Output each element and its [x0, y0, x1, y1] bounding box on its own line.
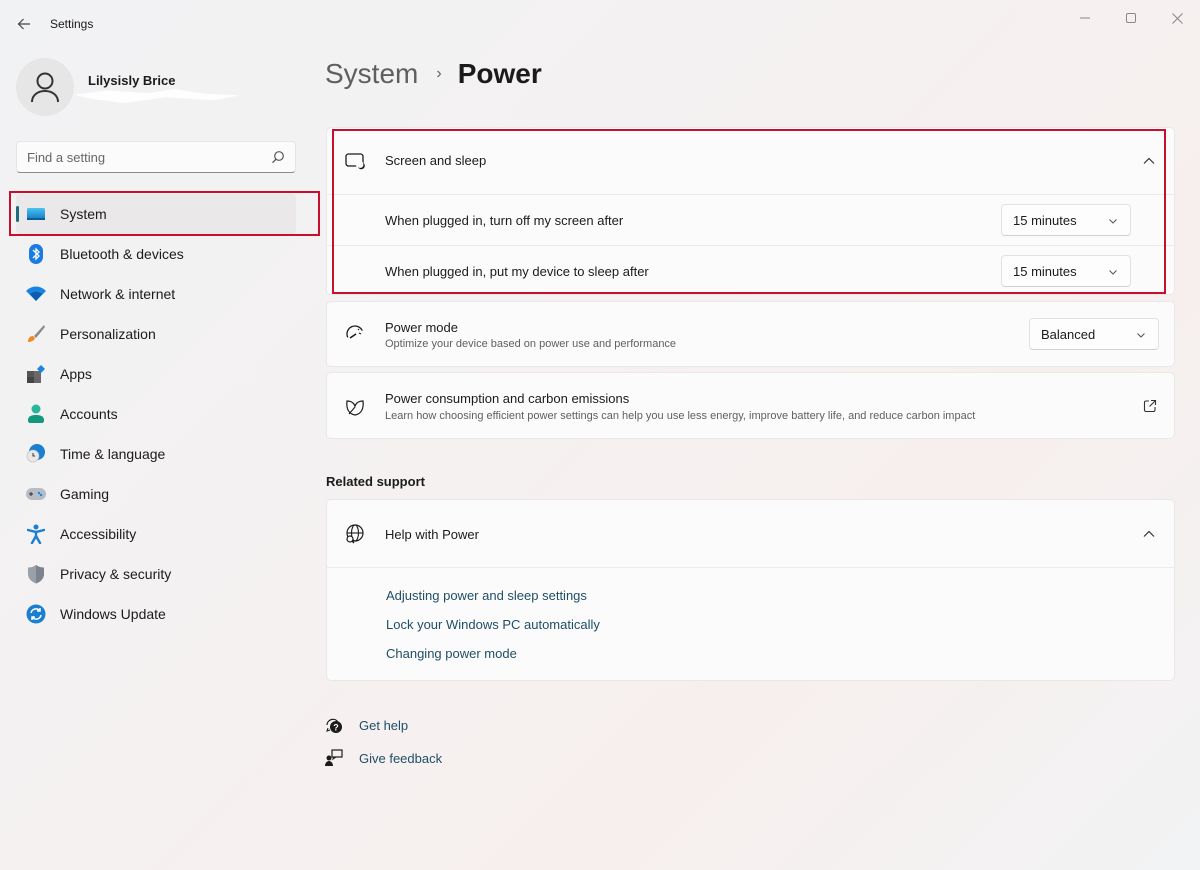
maximize-icon [1126, 13, 1136, 23]
carbon-subtitle: Learn how choosing efficient power setti… [385, 410, 976, 422]
screen-sleep-icon [345, 151, 365, 171]
sidebar-item-label: Personalization [60, 326, 156, 342]
sidebar-item-accessibility[interactable]: Accessibility [16, 514, 296, 554]
breadcrumb-parent[interactable]: System [325, 58, 418, 90]
sidebar-item-apps[interactable]: Apps [16, 354, 296, 394]
setting-row-sleep: When plugged in, put my device to sleep … [327, 246, 1174, 296]
sidebar-item-label: Accessibility [60, 526, 137, 542]
get-help-icon: ? [325, 716, 343, 734]
redacted-email [74, 89, 240, 103]
accessibility-icon [26, 524, 46, 544]
search-box[interactable] [16, 141, 296, 173]
screen-sleep-card: Screen and sleep When plugged in, turn o… [326, 127, 1175, 295]
account-icon [26, 404, 46, 424]
avatar [16, 58, 74, 116]
monitor-icon [26, 204, 46, 224]
bluetooth-icon [26, 244, 46, 264]
paintbrush-icon [26, 324, 46, 344]
sidebar-item-label: Privacy & security [60, 566, 172, 582]
breadcrumb-separator: › [436, 65, 442, 82]
help-link[interactable]: Changing power mode [386, 646, 517, 661]
breadcrumb: System › Power [325, 58, 542, 90]
sidebar-item-label: Bluetooth & devices [60, 246, 184, 262]
give-feedback-link[interactable]: Give feedback [325, 749, 442, 767]
chevron-up-icon[interactable] [1142, 154, 1156, 168]
sidebar-item-label: System [60, 206, 107, 222]
help-link[interactable]: Adjusting power and sleep settings [386, 588, 587, 603]
sidebar-item-network[interactable]: Network & internet [16, 274, 296, 314]
sidebar-item-label: Windows Update [60, 606, 166, 622]
sidebar-item-system[interactable]: System [16, 194, 296, 234]
help-link[interactable]: Lock your Windows PC automatically [386, 617, 600, 632]
apps-icon [26, 364, 46, 384]
help-header[interactable]: Help with Power [327, 500, 1174, 568]
search-input[interactable] [17, 142, 257, 172]
title-bar: Settings [0, 0, 1200, 48]
app-title: Settings [50, 17, 94, 31]
setting-label: When plugged in, turn off my screen afte… [385, 213, 624, 228]
sidebar-item-windows-update[interactable]: Windows Update [16, 594, 296, 634]
chevron-down-icon [1109, 219, 1117, 224]
power-mode-subtitle: Optimize your device based on power use … [385, 338, 677, 350]
leaf-icon [345, 397, 365, 417]
power-mode-dropdown[interactable]: Balanced [1029, 318, 1159, 350]
sidebar-item-gaming[interactable]: Gaming [16, 474, 296, 514]
related-support-heading: Related support [326, 474, 425, 489]
carbon-emissions-card[interactable]: Power consumption and carbon emissions L… [326, 372, 1175, 439]
globe-search-icon [345, 524, 365, 544]
get-help-link[interactable]: ? Get help [325, 716, 408, 734]
sidebar-item-privacy[interactable]: Privacy & security [16, 554, 296, 594]
dropdown-value: Balanced [1041, 326, 1096, 342]
user-name: Lilysisly Brice [88, 73, 176, 88]
screen-off-dropdown[interactable]: 15 minutes [1001, 204, 1131, 236]
sidebar-item-label: Time & language [60, 446, 166, 462]
close-button[interactable] [1154, 6, 1200, 30]
sidebar-item-personalization[interactable]: Personalization [16, 314, 296, 354]
sidebar-nav: System Bluetooth & devices Network & int… [16, 194, 296, 634]
gamepad-icon [26, 484, 46, 504]
chevron-down-icon [1137, 333, 1145, 338]
dropdown-value: 15 minutes [1013, 212, 1077, 228]
power-mode-card: Power mode Optimize your device based on… [326, 301, 1175, 367]
power-mode-title: Power mode [385, 320, 458, 335]
sleep-dropdown[interactable]: 15 minutes [1001, 255, 1131, 287]
maximize-button[interactable] [1108, 6, 1154, 30]
screen-sleep-header[interactable]: Screen and sleep [327, 128, 1174, 194]
sidebar-item-label: Network & internet [60, 286, 176, 302]
help-title: Help with Power [385, 527, 479, 542]
page-title: Power [457, 58, 542, 89]
give-feedback-label: Give feedback [359, 750, 443, 766]
sidebar-item-label: Accounts [60, 406, 118, 422]
arrow-left-icon [17, 18, 30, 30]
get-help-label: Get help [359, 717, 409, 733]
dropdown-value: 15 minutes [1013, 263, 1077, 279]
update-icon [26, 604, 46, 624]
close-icon [1171, 12, 1183, 24]
carbon-title: Power consumption and carbon emissions [385, 391, 630, 406]
screen-sleep-title: Screen and sleep [385, 153, 487, 168]
person-icon [31, 72, 59, 103]
minimize-button[interactable] [1062, 6, 1108, 30]
external-link-icon[interactable] [1143, 399, 1157, 413]
divider [327, 567, 1174, 568]
sidebar-item-accounts[interactable]: Accounts [16, 394, 296, 434]
chevron-up-icon[interactable] [1142, 527, 1156, 541]
sidebar-item-label: Apps [60, 366, 92, 382]
shield-icon [26, 564, 46, 584]
svg-text:?: ? [333, 723, 339, 733]
back-button[interactable] [12, 12, 36, 36]
setting-row-screen-off: When plugged in, turn off my screen afte… [327, 195, 1174, 245]
sidebar-item-label: Gaming [60, 486, 110, 502]
chevron-down-icon [1109, 270, 1117, 275]
wifi-icon [26, 284, 46, 304]
search-icon[interactable] [271, 150, 285, 164]
gauge-icon [345, 324, 365, 344]
clock-globe-icon [26, 444, 46, 464]
minimize-icon [1080, 17, 1090, 19]
feedback-icon [325, 749, 343, 767]
setting-label: When plugged in, put my device to sleep … [385, 264, 649, 279]
sidebar-item-bluetooth[interactable]: Bluetooth & devices [16, 234, 296, 274]
sidebar-item-time-language[interactable]: Time & language [16, 434, 296, 474]
